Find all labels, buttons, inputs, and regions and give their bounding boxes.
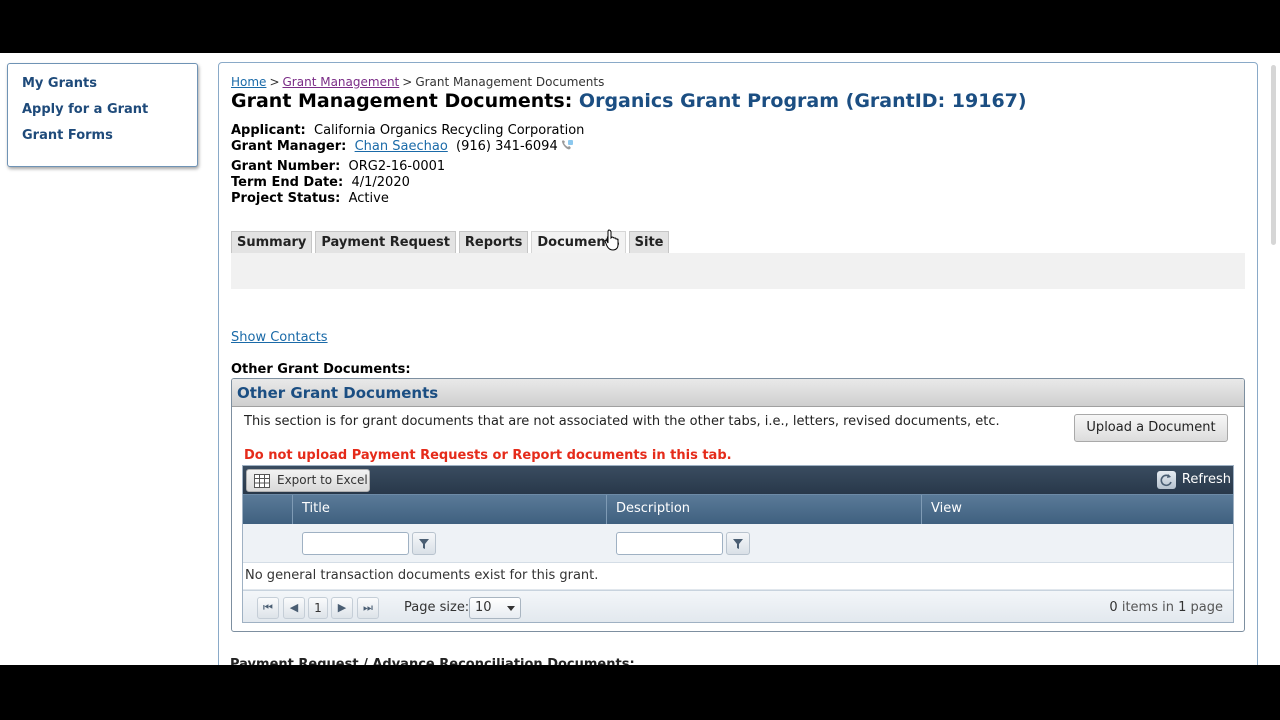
grid-empty-message: No general transaction documents exist f…: [243, 563, 1233, 590]
grant-number-value: ORG2-16-0001: [348, 159, 446, 174]
grant-manager-link[interactable]: Chan Saechao: [355, 139, 448, 154]
next-section-title: Payment Request / Advance Reconciliation…: [230, 657, 635, 665]
pager-info: 0 items in 1 page: [1109, 600, 1223, 615]
term-end-row: Term End Date: 4/1/2020: [231, 175, 410, 190]
grant-number-row: Grant Number: ORG2-16-0001: [231, 159, 445, 174]
browser-viewport: My Grants Apply for a Grant Grant Forms …: [0, 53, 1280, 665]
term-end-value: 4/1/2020: [351, 175, 410, 190]
spreadsheet-icon: [254, 474, 270, 488]
grant-number-label: Grant Number:: [231, 159, 341, 174]
tab-payment-request[interactable]: Payment Request: [315, 231, 456, 253]
grant-manager-phone: (916) 341-6094: [456, 139, 558, 154]
show-contacts-link[interactable]: Show Contacts: [231, 330, 328, 345]
grid-toolbar: Export to Excel Refresh: [243, 466, 1233, 494]
last-page-icon[interactable]: ⏭: [357, 597, 379, 619]
refresh-icon: [1156, 471, 1176, 489]
first-page-icon[interactable]: ⏮: [257, 597, 279, 619]
project-status-value: Active: [348, 191, 389, 206]
documents-grid: Export to Excel Refresh Title Descriptio…: [242, 465, 1234, 623]
pages-count: 1: [1178, 600, 1187, 615]
nav-my-grants[interactable]: My Grants: [22, 74, 197, 100]
breadcrumb: Home > Grant Management > Grant Management D…: [231, 75, 604, 89]
breadcrumb-current: Grant Management Documents: [415, 75, 605, 89]
page-title-prefix: Grant Management Documents:: [231, 90, 573, 112]
breadcrumb-grant-management-link[interactable]: Grant Management: [283, 75, 400, 89]
upload-warning: Do not upload Payment Requests or Report…: [244, 448, 732, 463]
description-filter-input[interactable]: [616, 532, 723, 555]
page-number-button[interactable]: 1: [308, 597, 328, 619]
items-in-text: items in: [1121, 600, 1174, 615]
other-docs-label: Other Grant Documents:: [231, 362, 411, 377]
term-end-label: Term End Date:: [231, 175, 344, 190]
tab-reports[interactable]: Reports: [458, 231, 529, 253]
project-status-row: Project Status: Active: [231, 191, 389, 206]
documents-description: This section is for grant documents that…: [244, 414, 1000, 429]
grid-header-title[interactable]: Title: [292, 495, 606, 525]
grant-manager-row: Grant Manager: Chan Saechao (916) 341-60…: [231, 139, 574, 154]
page-title-program: Organics Grant Program (GrantID: 19167): [578, 90, 1027, 112]
description-filter-button[interactable]: [726, 532, 750, 555]
breadcrumb-home-link[interactable]: Home: [231, 75, 266, 89]
project-status-label: Project Status:: [231, 191, 341, 206]
grid-header-spacer: [243, 495, 292, 525]
breadcrumb-separator: >: [402, 75, 413, 89]
scrollbar-thumb[interactable]: [1271, 65, 1276, 245]
page-word: page: [1190, 600, 1223, 615]
other-documents-panel-title: Other Grant Documents: [232, 379, 1244, 407]
page-size-value: 10: [475, 600, 492, 615]
grid-header-view[interactable]: View: [921, 495, 1233, 525]
breadcrumb-separator: >: [269, 75, 280, 89]
filter-icon: [733, 539, 743, 549]
page-size-label: Page size:: [404, 600, 470, 615]
prev-page-icon[interactable]: ◀: [283, 597, 305, 619]
mouse-cursor-icon: [604, 229, 619, 251]
chevron-down-icon: [507, 606, 515, 611]
grid-header-row: Title Description View: [243, 494, 1233, 525]
tab-content-bar: [231, 253, 1245, 289]
page-size-select[interactable]: 10: [469, 597, 521, 619]
other-documents-panel: Other Grant Documents This section is fo…: [231, 378, 1245, 632]
main-panel: Home > Grant Management > Grant Management D…: [218, 62, 1258, 665]
filter-icon: [419, 539, 429, 549]
applicant-value: California Organics Recycling Corporatio…: [314, 123, 585, 138]
applicant-label: Applicant:: [231, 123, 306, 138]
next-page-icon[interactable]: ▶: [331, 597, 353, 619]
grid-pager: ⏮ ◀ 1 ▶ ⏭ Page size: 10 0 items in 1 pag…: [243, 590, 1233, 622]
grant-manager-label: Grant Manager:: [231, 139, 347, 154]
tab-site[interactable]: Site: [628, 231, 670, 253]
refresh-label: Refresh: [1181, 472, 1231, 487]
nav-apply-for-grant[interactable]: Apply for a Grant: [22, 100, 197, 126]
applicant-row: Applicant: California Organics Recycling…: [231, 123, 584, 138]
export-to-excel-label: Export to Excel: [277, 473, 368, 487]
refresh-button[interactable]: Refresh: [1156, 470, 1231, 490]
title-filter-button[interactable]: [412, 532, 436, 555]
export-to-excel-button[interactable]: Export to Excel: [246, 469, 370, 492]
upload-document-button[interactable]: Upload a Document: [1074, 414, 1228, 442]
title-filter-input[interactable]: [302, 532, 409, 555]
left-navigation: My Grants Apply for a Grant Grant Forms: [7, 63, 198, 167]
page-title: Grant Management Documents: Organics Gra…: [231, 90, 1027, 112]
phone-icon[interactable]: [560, 139, 574, 151]
tab-summary[interactable]: Summary: [231, 231, 313, 253]
page-scrollbar[interactable]: [1266, 53, 1280, 665]
grid-filter-row: [243, 524, 1233, 563]
grid-header-description[interactable]: Description: [606, 495, 921, 525]
items-count: 0: [1109, 600, 1118, 615]
nav-grant-forms[interactable]: Grant Forms: [22, 126, 197, 152]
